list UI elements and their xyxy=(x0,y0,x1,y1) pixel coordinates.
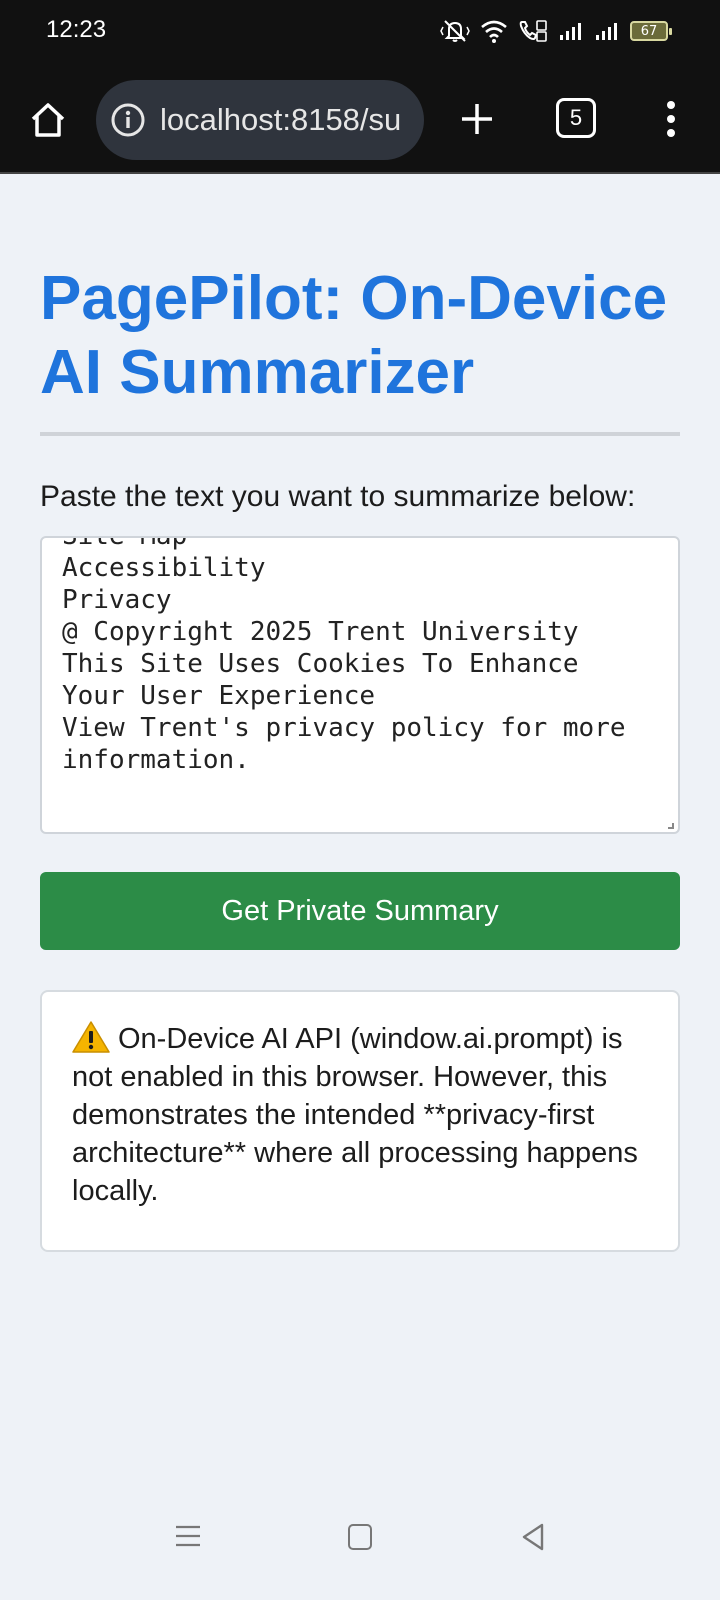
new-tab-button[interactable] xyxy=(452,94,502,144)
site-info-icon[interactable] xyxy=(110,102,146,138)
battery-icon: 67 xyxy=(630,21,672,41)
textarea-line: information. xyxy=(62,745,250,775)
more-menu-icon xyxy=(667,101,675,137)
battery-level: 67 xyxy=(640,23,658,39)
resize-handle[interactable] xyxy=(668,823,674,829)
browser-toolbar: localhost:8158/su 5 xyxy=(0,64,720,174)
tab-count: 5 xyxy=(569,105,583,130)
title-divider xyxy=(40,432,680,436)
textarea-line: This Site Uses Cookies To Enhance xyxy=(62,649,579,679)
new-tab-icon xyxy=(462,104,492,134)
signal-icon xyxy=(558,20,584,42)
warning-icon xyxy=(72,1021,110,1053)
system-nav-bar xyxy=(0,1510,720,1600)
prompt-label: Paste the text you want to summarize bel… xyxy=(40,480,636,513)
get-summary-button[interactable]: Get Private Summary xyxy=(40,872,680,950)
status-icons: 67 xyxy=(440,16,672,46)
more-menu-button[interactable] xyxy=(656,94,686,144)
back-icon[interactable] xyxy=(520,1522,546,1552)
textarea-line: Your User Experience xyxy=(62,681,376,711)
textarea-line: Privacy xyxy=(62,585,172,615)
tabs-button[interactable]: 5 xyxy=(556,98,596,138)
signal-icon xyxy=(594,20,620,42)
status-time: 12:23 xyxy=(46,16,107,43)
status-bar: 12:23 67 xyxy=(0,0,720,64)
home-button[interactable] xyxy=(22,94,74,146)
url-text: localhost:8158/su xyxy=(160,102,402,137)
mute-icon xyxy=(440,18,470,44)
summary-textarea[interactable]: Site Map Accessibility Privacy @ Copyright … xyxy=(40,536,680,834)
notice-text: On-Device AI API (window.ai.prompt) is n… xyxy=(72,1023,638,1207)
volte-icon xyxy=(518,18,548,44)
page-title: PagePilot: On-Device AI Summarizer xyxy=(40,264,668,407)
textarea-line: Accessibility xyxy=(62,553,266,583)
address-bar[interactable]: localhost:8158/su xyxy=(96,80,424,160)
page-content: PagePilot: On-Device AI Summarizer Paste… xyxy=(40,174,680,1252)
notice-box: On-Device AI API (window.ai.prompt) is n… xyxy=(40,990,680,1252)
wifi-icon xyxy=(480,19,508,43)
textarea-line: @ Copyright 2025 Trent University xyxy=(62,617,579,647)
home-nav-icon[interactable] xyxy=(348,1524,372,1550)
textarea-content[interactable]: Site Map Accessibility Privacy @ Copyright … xyxy=(62,536,658,776)
notice-message: On-Device AI API (window.ai.prompt) is n… xyxy=(72,1020,648,1210)
recents-icon[interactable] xyxy=(176,1524,200,1548)
home-icon xyxy=(31,103,65,137)
textarea-line: Site Map xyxy=(62,536,188,551)
textarea-line: View Trent's privacy policy for more xyxy=(62,713,626,743)
